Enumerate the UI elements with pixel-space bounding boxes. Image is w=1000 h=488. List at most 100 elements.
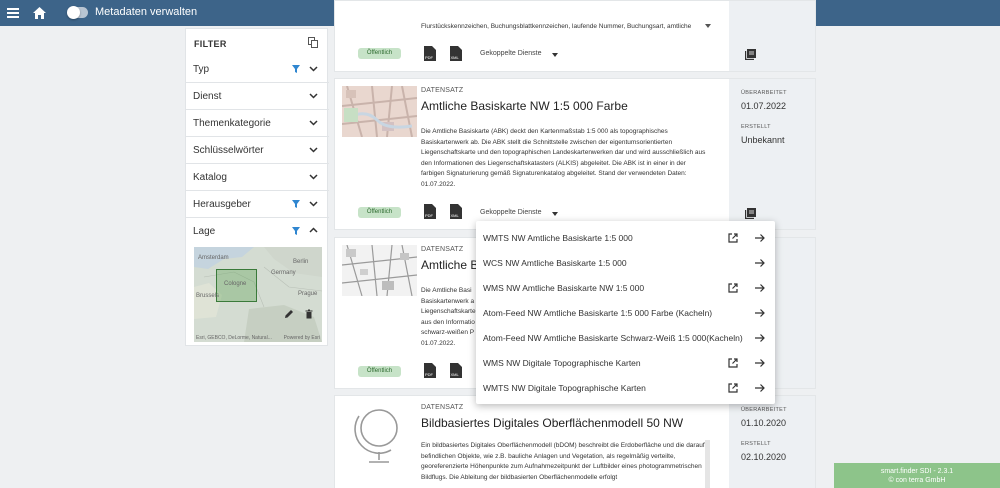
pdf-icon[interactable]: PDF <box>424 363 436 378</box>
created-value: Unbekannt <box>741 135 785 145</box>
external-link-icon[interactable] <box>728 383 738 393</box>
card-kind: DATENSATZ <box>421 87 464 94</box>
funnel-icon <box>292 200 300 208</box>
svg-text:PDF: PDF <box>425 213 434 218</box>
map-label: Germany <box>271 270 296 276</box>
coupled-services-label[interactable]: Gekoppelte Dienste <box>480 50 541 57</box>
map-label: Cologne <box>224 281 247 287</box>
filter-row-label: Herausgeber <box>193 199 251 210</box>
svg-text:PDF: PDF <box>425 55 434 60</box>
filter-row-herausgeber[interactable]: Herausgeber <box>186 191 329 218</box>
collection-icon[interactable] <box>745 208 756 219</box>
access-badge: Öffentlich <box>358 207 401 218</box>
version-info: smart.finder SDI - 2.3.1 © con terra Gmb… <box>834 463 1000 488</box>
menu-item-label: WMS NW Amtliche Basiskarte NW 1:5 000 <box>483 283 645 293</box>
arrow-right-icon[interactable] <box>755 233 765 243</box>
card-kind: DATENSATZ <box>421 246 464 253</box>
filter-row-label: Typ <box>193 64 210 75</box>
updated-label: ÜBERARBEITET <box>741 90 787 96</box>
arrow-right-icon[interactable] <box>755 308 765 318</box>
created-label: ERSTELLT <box>741 124 771 130</box>
filter-row-themenkategorie[interactable]: Themenkategorie <box>186 110 329 137</box>
menu-item[interactable]: WMS NW Digitale Topographische Karten <box>476 350 775 375</box>
card-description: Flurstückskennzeichen, Buchungsblattkenn… <box>421 23 692 30</box>
svg-text:PDF: PDF <box>425 372 434 377</box>
card-description: Die Amtliche Basi Basiskartenwerk a Lieg… <box>421 287 476 347</box>
chevron-down-icon <box>309 93 318 99</box>
globe-placeholder-icon <box>354 409 398 463</box>
filter-panel: FILTER Typ Dienst Themenkategorie Schlüs… <box>185 28 329 346</box>
edit-icon[interactable] <box>284 309 294 319</box>
filter-row-typ[interactable]: Typ <box>186 56 329 83</box>
coupled-services-label[interactable]: Gekoppelte Dienste <box>480 209 541 216</box>
chevron-down-icon <box>309 147 318 153</box>
location-map[interactable]: Amsterdam Berlin Germany Cologne Brussel… <box>194 247 322 342</box>
chevron-down-icon <box>309 201 318 207</box>
description-scrollbar[interactable] <box>705 440 710 488</box>
menu-item-label: WMTS NW Digitale Topographische Karten <box>483 383 646 393</box>
menu-item[interactable]: WCS NW Amtliche Basiskarte 1:5 000 <box>476 250 775 275</box>
filter-row-schluesselwoerter[interactable]: Schlüsselwörter <box>186 137 329 164</box>
card-meta-panel <box>729 1 815 71</box>
menu-item-label: WMS NW Digitale Topographische Karten <box>483 358 641 368</box>
filter-row-katalog[interactable]: Katalog <box>186 164 329 191</box>
access-badge: Öffentlich <box>358 48 401 59</box>
arrow-right-icon[interactable] <box>755 283 765 293</box>
arrow-right-icon[interactable] <box>755 258 765 268</box>
card-title[interactable]: Amtliche Basiskarte NW 1:5 000 Farbe <box>421 99 628 113</box>
menu-item[interactable]: Atom-Feed NW Amtliche Basiskarte 1:5 000… <box>476 300 775 325</box>
pdf-icon[interactable]: PDF <box>424 204 436 219</box>
menu-item-label: Atom-Feed NW Amtliche Basiskarte Schwarz… <box>483 333 743 343</box>
menu-item[interactable]: WMS NW Amtliche Basiskarte NW 1:5 000 <box>476 275 775 300</box>
external-link-icon[interactable] <box>728 283 738 293</box>
copyright-text: © con terra GmbH <box>888 477 946 484</box>
copy-filter-icon[interactable] <box>308 37 318 48</box>
card-title[interactable]: Bildbasiertes Digitales Oberflächenmodel… <box>421 416 683 430</box>
chevron-down-icon <box>309 174 318 180</box>
filter-row-lage[interactable]: Lage <box>186 218 329 245</box>
created-label: ERSTELLT <box>741 441 771 447</box>
collection-icon[interactable] <box>745 49 756 60</box>
map-attribution: Esri, GEBCO, DeLorme, Natural... <box>196 335 272 341</box>
arrow-right-icon[interactable] <box>755 333 765 343</box>
filter-row-label: Dienst <box>193 91 222 102</box>
manage-metadata-label: Metadaten verwalten <box>95 6 198 18</box>
map-label: Amsterdam <box>198 255 229 261</box>
arrow-right-icon[interactable] <box>755 358 765 368</box>
manage-metadata-toggle[interactable] <box>67 6 88 19</box>
external-link-icon[interactable] <box>728 358 738 368</box>
pdf-icon[interactable]: PDF <box>424 46 436 61</box>
svg-text:XML: XML <box>451 372 460 377</box>
arrow-right-icon[interactable] <box>755 383 765 393</box>
map-powered-by[interactable]: Powered by Esri <box>284 335 320 341</box>
caret-down-icon[interactable] <box>552 212 558 216</box>
menu-item[interactable]: WMTS NW Amtliche Basiskarte 1:5 000 <box>476 225 775 250</box>
chevron-up-icon <box>309 227 318 233</box>
result-card: DATENSATZ Amtliche Basiskarte NW 1:5 000… <box>334 78 816 230</box>
xml-icon[interactable]: XML <box>450 204 462 219</box>
created-value: 02.10.2020 <box>741 452 787 462</box>
filter-row-dienst[interactable]: Dienst <box>186 83 329 110</box>
xml-icon[interactable]: XML <box>450 363 462 378</box>
menu-icon[interactable] <box>6 0 20 26</box>
trash-icon[interactable] <box>304 309 314 319</box>
dataset-thumbnail[interactable] <box>342 86 417 137</box>
menu-item-label: WCS NW Amtliche Basiskarte 1:5 000 <box>483 258 627 268</box>
card-kind: DATENSATZ <box>421 404 464 411</box>
menu-item[interactable]: WMTS NW Digitale Topographische Karten <box>476 375 775 400</box>
external-link-icon[interactable] <box>728 233 738 243</box>
scroll-down-icon[interactable] <box>705 24 711 28</box>
menu-item-label: WMTS NW Amtliche Basiskarte 1:5 000 <box>483 233 633 243</box>
menu-item[interactable]: Atom-Feed NW Amtliche Basiskarte Schwarz… <box>476 325 775 350</box>
access-badge: Öffentlich <box>358 366 401 377</box>
xml-icon[interactable]: XML <box>450 46 462 61</box>
funnel-icon <box>292 65 300 73</box>
caret-down-icon[interactable] <box>552 53 558 57</box>
updated-label: ÜBERARBEITET <box>741 407 787 413</box>
home-icon[interactable] <box>32 0 46 26</box>
card-description: Ein bildbasiertes Digitales Oberflächenm… <box>421 442 705 481</box>
filter-row-label: Themenkategorie <box>193 118 271 129</box>
dataset-thumbnail[interactable] <box>342 245 417 296</box>
map-label: Berlin <box>293 259 309 265</box>
filter-row-label: Schlüsselwörter <box>193 145 264 156</box>
